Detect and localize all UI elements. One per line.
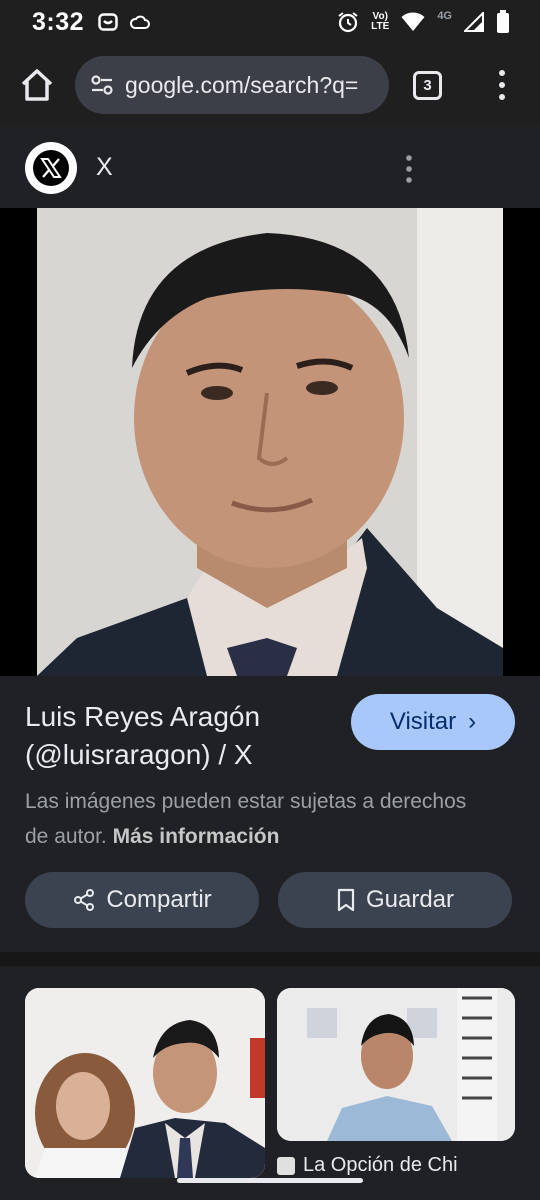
result-info: Luis Reyes Aragón (@luisraragon) / X Vis… [0,676,540,952]
signal-icon [464,12,484,32]
cloud-icon [130,15,151,29]
status-time: 3:32 [32,7,85,36]
bookmark-icon [337,888,355,912]
copyright-notice: Las imágenes pueden estar sujetas a dere… [25,784,485,854]
url-bar[interactable]: google.com/search?q= [75,56,389,114]
share-button[interactable]: Compartir [25,872,259,928]
source-name[interactable]: X [96,153,113,182]
chevron-right-icon: › [468,708,477,735]
image-viewer [0,208,540,676]
notification-icon [98,13,118,31]
share-label: Compartir [106,886,212,913]
related-image-2-source[interactable]: La Opción de Chi [277,1154,515,1177]
url-text: google.com/search?q= [125,71,359,98]
favicon-icon [277,1156,295,1175]
related-image-2[interactable] [277,988,515,1141]
related-image-1[interactable] [25,988,265,1178]
tab-switcher-button[interactable]: 3 [413,71,442,100]
source-header: X [0,126,540,208]
tab-count: 3 [423,77,432,94]
visit-button[interactable]: Visitar › [351,694,515,750]
related-image-2-caption: La Opción de Chi [303,1154,458,1176]
x-logo-icon [33,150,69,186]
result-title[interactable]: Luis Reyes Aragón (@luisraragon) / X [25,698,335,774]
battery-icon [497,10,509,33]
wifi-icon [401,12,425,31]
related-images: La Opción de Chi [0,966,540,1200]
home-icon[interactable] [18,66,56,104]
save-label: Guardar [365,886,455,913]
more-info-link[interactable]: Más información [113,825,280,848]
more-vert-icon[interactable] [490,68,514,102]
volte-label-bottom: LTE [371,21,390,32]
volte-indicator: Vo) LTE [371,12,389,32]
alarm-icon [338,12,358,33]
save-button[interactable]: Guardar [278,872,512,928]
status-bar: 3:32 Vo) LTE 4G [0,0,540,44]
result-image[interactable] [37,208,503,676]
visit-label: Visitar [389,708,457,735]
browser-toolbar: google.com/search?q= 3 [0,44,540,126]
site-settings-icon[interactable] [87,70,117,100]
gesture-navigation-bar[interactable] [177,1178,363,1183]
source-logo[interactable] [25,142,77,194]
section-divider [0,952,540,966]
source-more-icon[interactable] [398,154,420,184]
signal-type-label: 4G [437,10,452,22]
share-icon [74,889,95,911]
